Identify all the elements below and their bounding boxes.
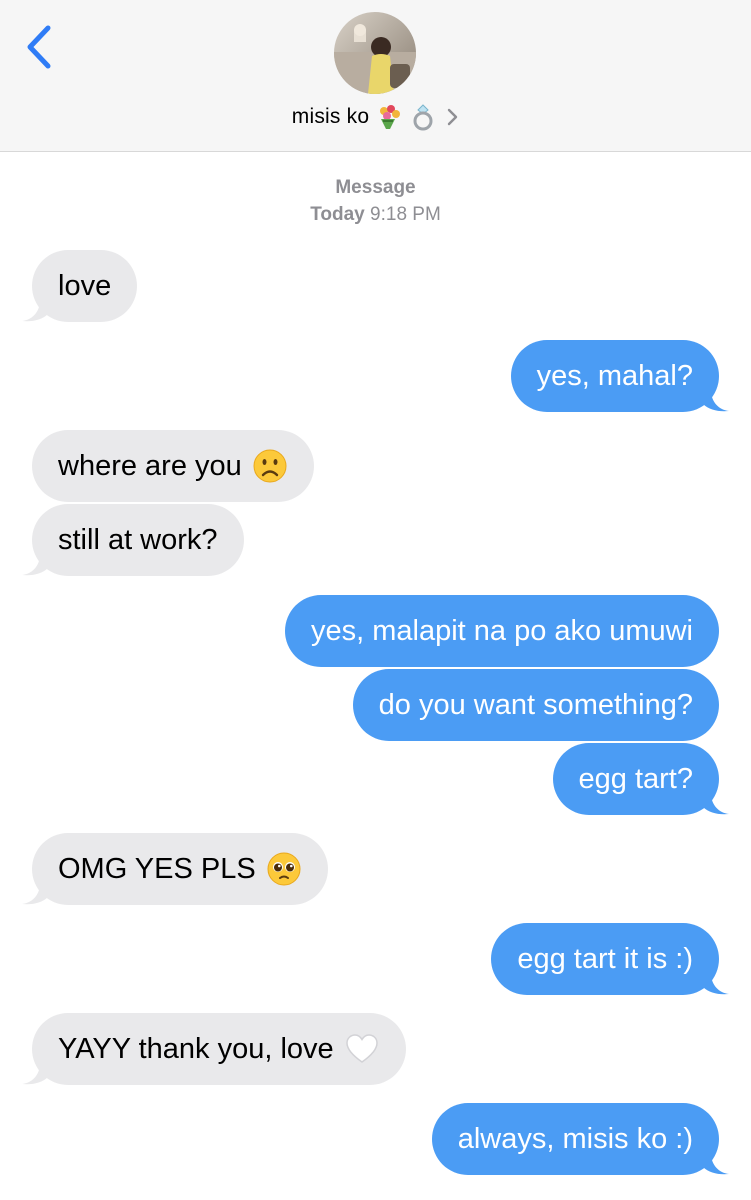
contact-name: misis ko bbox=[291, 105, 370, 128]
contact-details-link[interactable]: misis ko bbox=[0, 100, 751, 134]
incoming-message[interactable]: still at work? bbox=[22, 504, 244, 576]
message-text: OMG YES PLS bbox=[58, 852, 256, 885]
conversation-header: misis ko bbox=[0, 0, 751, 152]
message-text: egg tart? bbox=[578, 762, 693, 795]
outgoing-message[interactable]: yes, mahal? bbox=[510, 340, 729, 412]
outgoing-message[interactable]: always, misis ko :) bbox=[431, 1103, 729, 1175]
message-text: still at work? bbox=[58, 523, 218, 556]
incoming-message[interactable]: where are you bbox=[32, 430, 314, 502]
incoming-message[interactable]: OMG YES PLS bbox=[22, 833, 328, 905]
frowning-face-icon bbox=[253, 449, 287, 483]
chevron-left-icon[interactable] bbox=[22, 24, 58, 70]
incoming-message[interactable]: love bbox=[22, 250, 138, 322]
outgoing-message[interactable]: yes, malapit na po ako umuwi bbox=[284, 595, 719, 667]
timestamp: Today 9:18 PM bbox=[0, 204, 751, 226]
message-text: always, misis ko :) bbox=[457, 1122, 693, 1155]
ring-icon bbox=[413, 104, 433, 131]
service-label: Message bbox=[335, 177, 416, 198]
outgoing-message[interactable]: egg tart it is :) bbox=[491, 923, 729, 995]
outgoing-message[interactable]: do you want something? bbox=[352, 669, 719, 741]
message-text: yes, malapit na po ako umuwi bbox=[310, 614, 693, 647]
message-text: do you want something? bbox=[378, 688, 693, 721]
message-text: egg tart it is :) bbox=[517, 942, 693, 975]
timestamp-day: Today bbox=[310, 204, 365, 225]
message-text: where are you bbox=[58, 449, 242, 482]
message-text: yes, mahal? bbox=[536, 359, 693, 392]
outgoing-message[interactable]: egg tart? bbox=[552, 743, 729, 815]
chevron-right-icon bbox=[448, 108, 458, 126]
message-text: love bbox=[58, 269, 112, 302]
avatar[interactable] bbox=[334, 12, 416, 94]
bouquet-icon bbox=[380, 105, 401, 129]
white-heart-icon bbox=[345, 1034, 378, 1063]
incoming-message[interactable]: YAYY thank you, love bbox=[22, 1013, 406, 1085]
message-text: YAYY thank you, love bbox=[58, 1032, 334, 1065]
timestamp-time: 9:18 PM bbox=[370, 204, 441, 225]
pleading-face-icon bbox=[267, 852, 301, 886]
